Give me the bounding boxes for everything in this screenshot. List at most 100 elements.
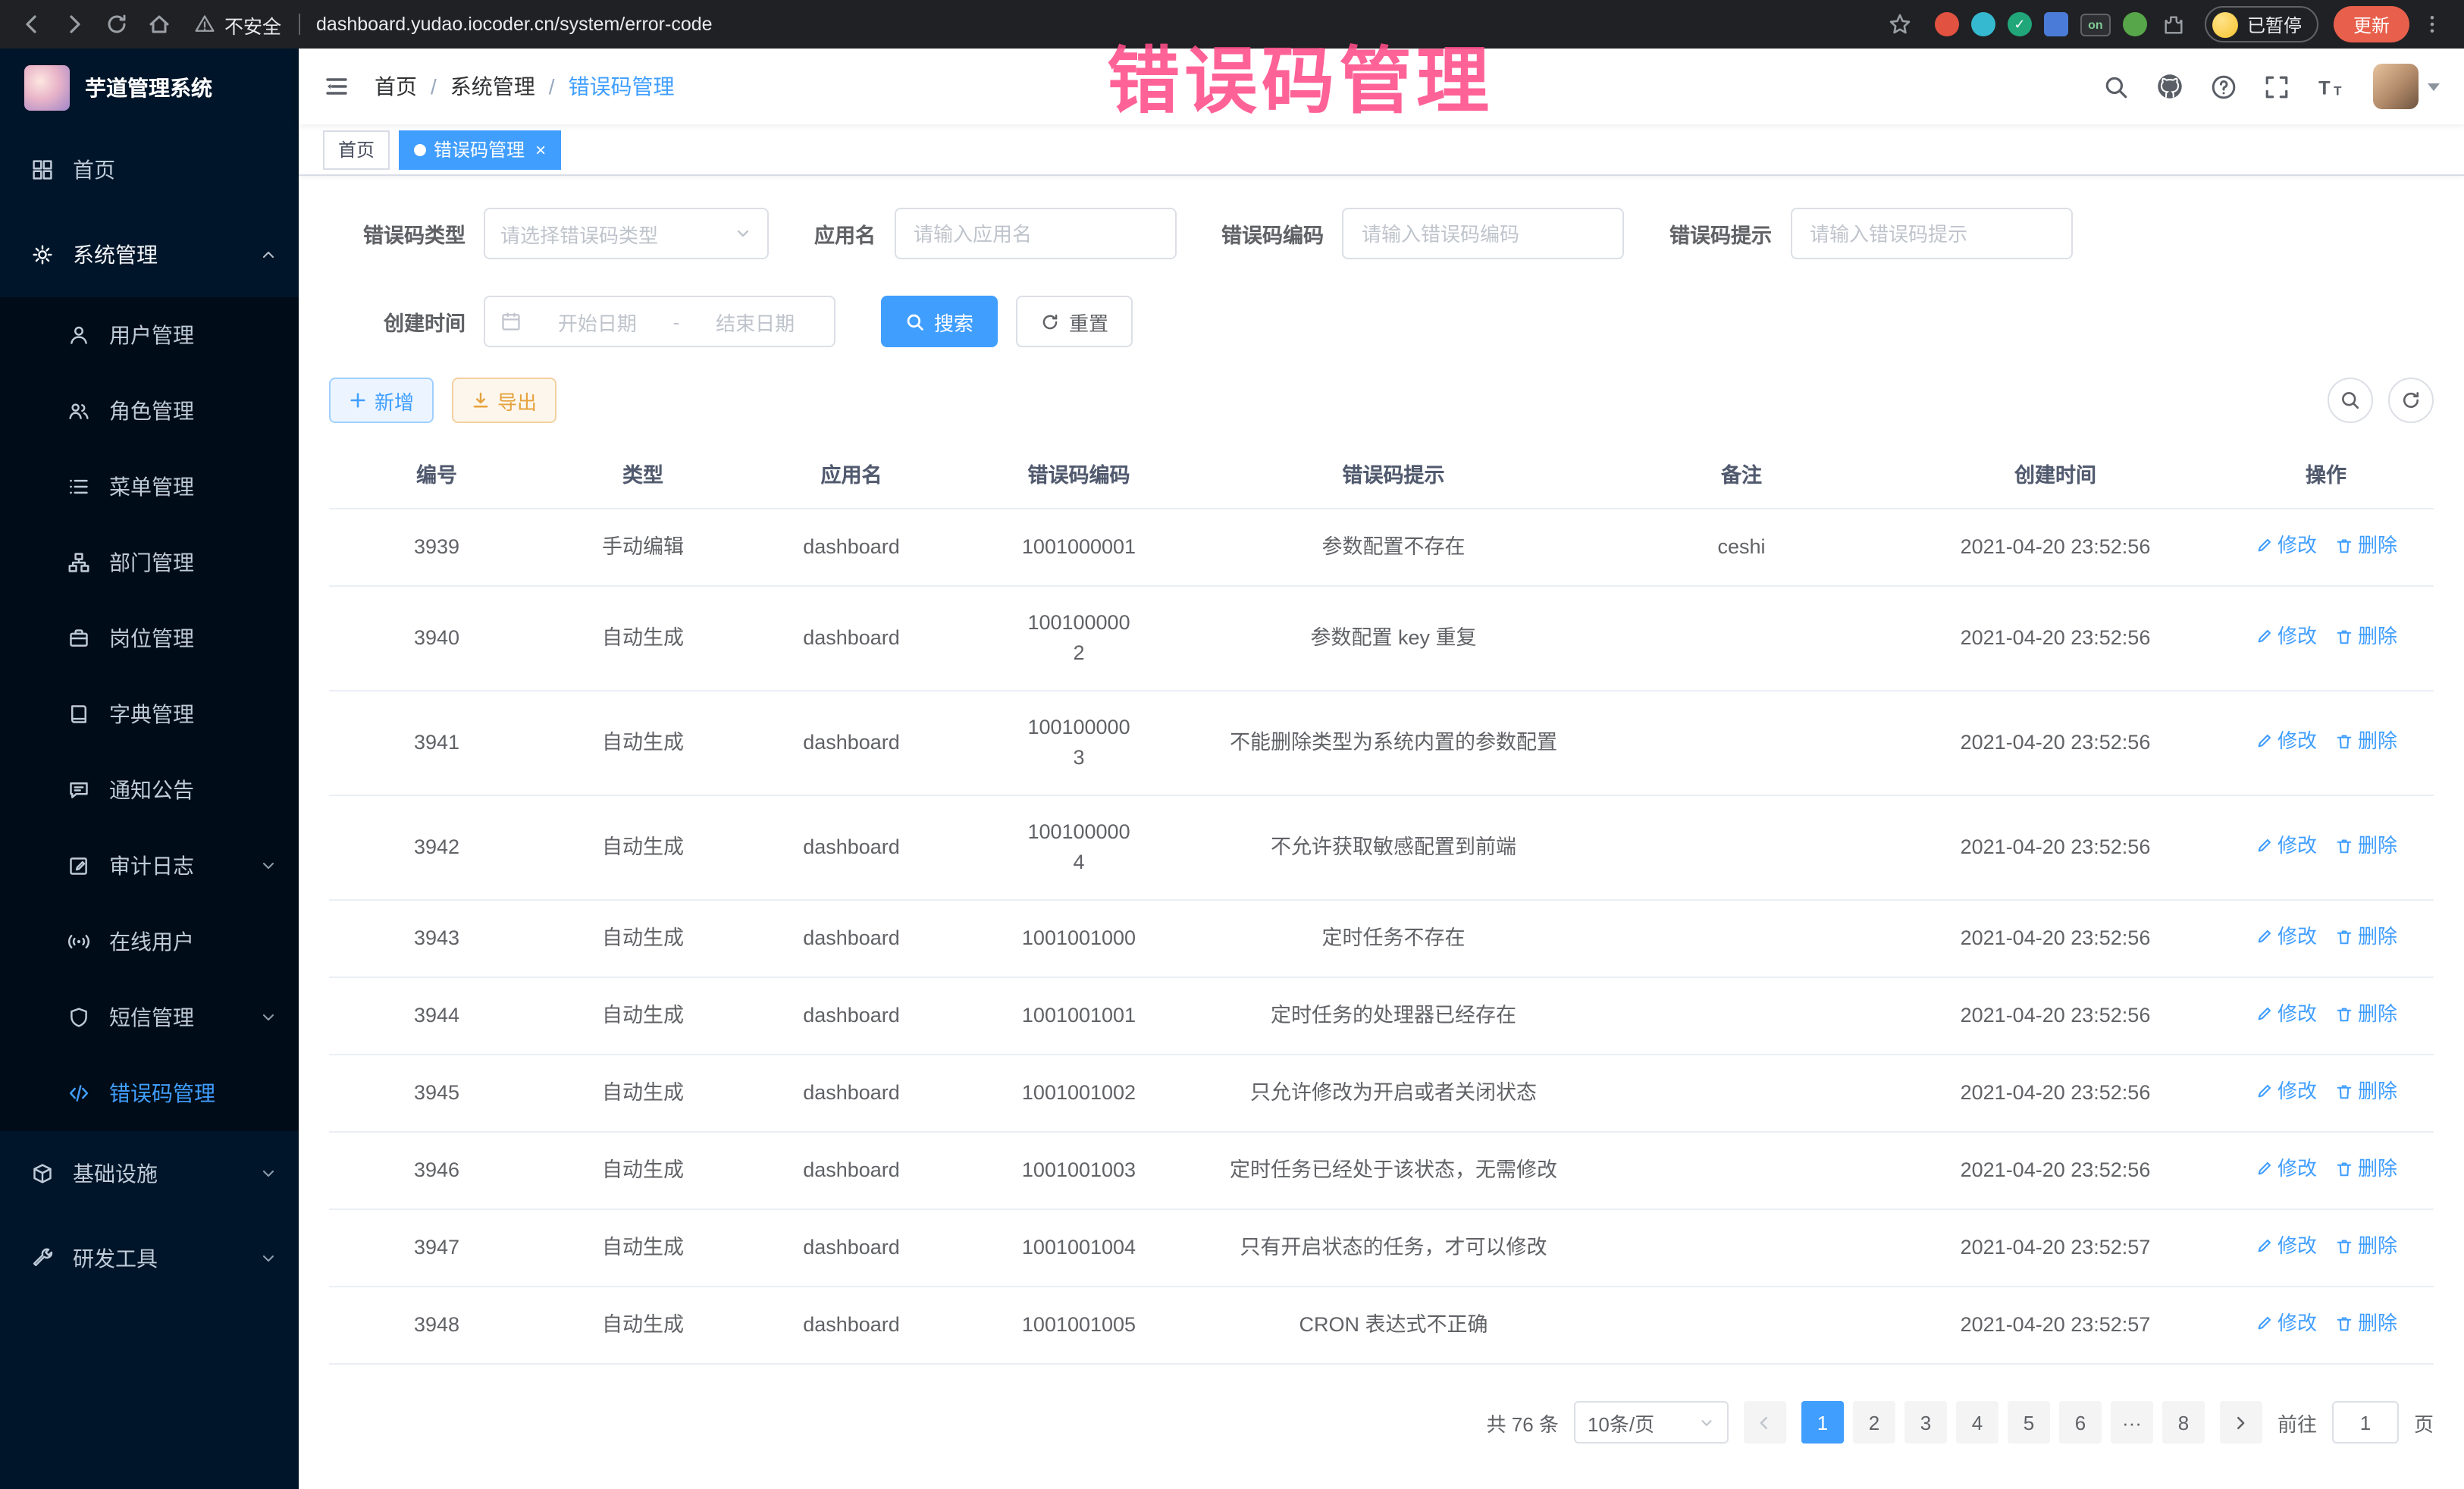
extension-leaf-icon[interactable] [2123,12,2147,36]
bookmark-star-icon[interactable] [1880,5,1920,44]
goto-page-input[interactable] [2332,1401,2399,1444]
delete-link[interactable]: 删除 [2335,999,2397,1030]
page-button-3[interactable]: 3 [1904,1401,1947,1444]
extension-on-badge[interactable]: on [2080,13,2111,36]
edit-link[interactable]: 修改 [2255,531,2317,561]
delete-link[interactable]: 删除 [2335,831,2397,861]
font-size-icon[interactable]: TT [2317,74,2346,99]
app-name-input[interactable] [894,208,1176,259]
edit-link[interactable]: 修改 [2255,999,2317,1030]
puzzle-extensions-icon[interactable] [2159,9,2190,39]
reset-button[interactable]: 重置 [1016,296,1133,347]
search-icon [905,312,925,331]
edit-link[interactable]: 修改 [2255,1309,2317,1339]
add-button[interactable]: 新增 [329,378,434,423]
cell-app: dashboard [741,509,961,586]
error-hint-input[interactable] [1790,208,2072,259]
edit-link[interactable]: 修改 [2255,726,2317,757]
kebab-menu-icon[interactable] [2412,5,2452,44]
hamburger-icon[interactable] [323,73,350,100]
edit-link[interactable]: 修改 [2255,922,2317,952]
edit-link[interactable]: 修改 [2255,831,2317,861]
breadcrumb-item-system[interactable]: 系统管理 [450,71,535,102]
edit-link[interactable]: 修改 [2255,1154,2317,1184]
error-code-input[interactable] [1342,208,1624,259]
date-range-picker[interactable]: 开始日期 - 结束日期 [484,296,835,347]
fullscreen-icon[interactable] [2264,74,2290,99]
sidebar-item-errorcode[interactable]: 错误码管理 [0,1055,299,1131]
github-icon[interactable] [2156,73,2183,100]
browser-chrome: 不安全 dashboard.yudao.iocoder.cn/system/er… [0,0,2464,49]
next-page-button[interactable] [2220,1401,2262,1444]
reload-icon[interactable] [97,5,136,44]
type-select[interactable]: 请选择错误码类型 [484,208,769,259]
page-button-4[interactable]: 4 [1956,1401,1998,1444]
help-icon[interactable] [2211,74,2237,99]
page-button-1[interactable]: 1 [1801,1401,1844,1444]
tab-error-code[interactable]: 错误码管理 × [399,130,561,169]
home-icon[interactable] [140,5,179,44]
cell-actions: 修改删除 [2218,509,2434,586]
page-button-8[interactable]: 8 [2162,1401,2205,1444]
sidebar-item-online[interactable]: 在线用户 [0,904,299,980]
edit-icon [2255,1315,2273,1333]
cell-type: 自动生成 [544,1055,741,1132]
delete-link[interactable]: 删除 [2335,1154,2397,1184]
edit-link[interactable]: 修改 [2255,622,2317,652]
breadcrumb-item-home[interactable]: 首页 [375,71,417,102]
chevron-down-icon [259,857,277,875]
edit-link[interactable]: 修改 [2255,1077,2317,1107]
sidebar-item-user[interactable]: 用户管理 [0,297,299,373]
paused-badge[interactable]: 已暂停 [2205,6,2318,42]
export-button[interactable]: 导出 [452,378,556,423]
forward-icon[interactable] [55,5,94,44]
delete-link[interactable]: 删除 [2335,1077,2397,1107]
extension-icon[interactable]: ✓ [2008,12,2032,36]
search-icon[interactable] [2103,74,2129,99]
page-button-5[interactable]: 5 [2008,1401,2050,1444]
sidebar-item-home[interactable]: 首页 [0,127,299,212]
edit-link[interactable]: 修改 [2255,1231,2317,1262]
page-button-2[interactable]: 2 [1853,1401,1895,1444]
sidebar-item-system[interactable]: 系统管理 [0,212,299,297]
logo[interactable]: 芋道管理系统 [0,49,299,127]
sidebar-item-infra[interactable]: 基础设施 [0,1131,299,1216]
delete-icon [2335,628,2353,646]
back-icon[interactable] [12,5,52,44]
delete-link[interactable]: 删除 [2335,531,2397,561]
sidebar-item-post[interactable]: 岗位管理 [0,600,299,676]
page-size-select[interactable]: 10条/页 [1574,1401,1729,1444]
extension-icon[interactable] [1935,12,1959,36]
sidebar-item-menu[interactable]: 菜单管理 [0,449,299,525]
sidebar-item-notice[interactable]: 通知公告 [0,752,299,828]
sidebar-item-label: 系统管理 [73,240,158,270]
delete-link[interactable]: 删除 [2335,622,2397,652]
sidebar-item-dict[interactable]: 字典管理 [0,676,299,752]
delete-link[interactable]: 删除 [2335,1309,2397,1339]
close-icon[interactable]: × [535,140,546,158]
sidebar-item-role[interactable]: 角色管理 [0,373,299,449]
sidebar-item-dept[interactable]: 部门管理 [0,525,299,600]
cell-created: 2021-04-20 23:52:56 [1892,1132,2218,1209]
page-button-6[interactable]: 6 [2059,1401,2102,1444]
delete-link[interactable]: 删除 [2335,726,2397,757]
extension-icon[interactable] [2044,12,2068,36]
delete-link[interactable]: 删除 [2335,1231,2397,1262]
update-button[interactable]: 更新 [2334,6,2409,42]
tab-home[interactable]: 首页 [323,130,390,169]
address-bar[interactable]: 不安全 dashboard.yudao.iocoder.cn/system/er… [182,10,1877,39]
more-pages-button[interactable]: ··· [2111,1401,2153,1444]
delete-link[interactable]: 删除 [2335,922,2397,952]
sidebar-item-devtools[interactable]: 研发工具 [0,1216,299,1301]
user-menu[interactable] [2373,64,2440,109]
cell-app: dashboard [741,1287,961,1364]
sidebar-item-sms[interactable]: 短信管理 [0,980,299,1055]
code-icon [67,1081,91,1105]
cell-id: 3942 [329,795,544,900]
extension-icon[interactable] [1971,12,1995,36]
show-search-icon[interactable] [2328,378,2373,423]
refresh-table-icon[interactable] [2388,378,2434,423]
sidebar-item-audit[interactable]: 审计日志 [0,828,299,904]
search-button[interactable]: 搜索 [881,296,998,347]
prev-page-button[interactable] [1744,1401,1786,1444]
